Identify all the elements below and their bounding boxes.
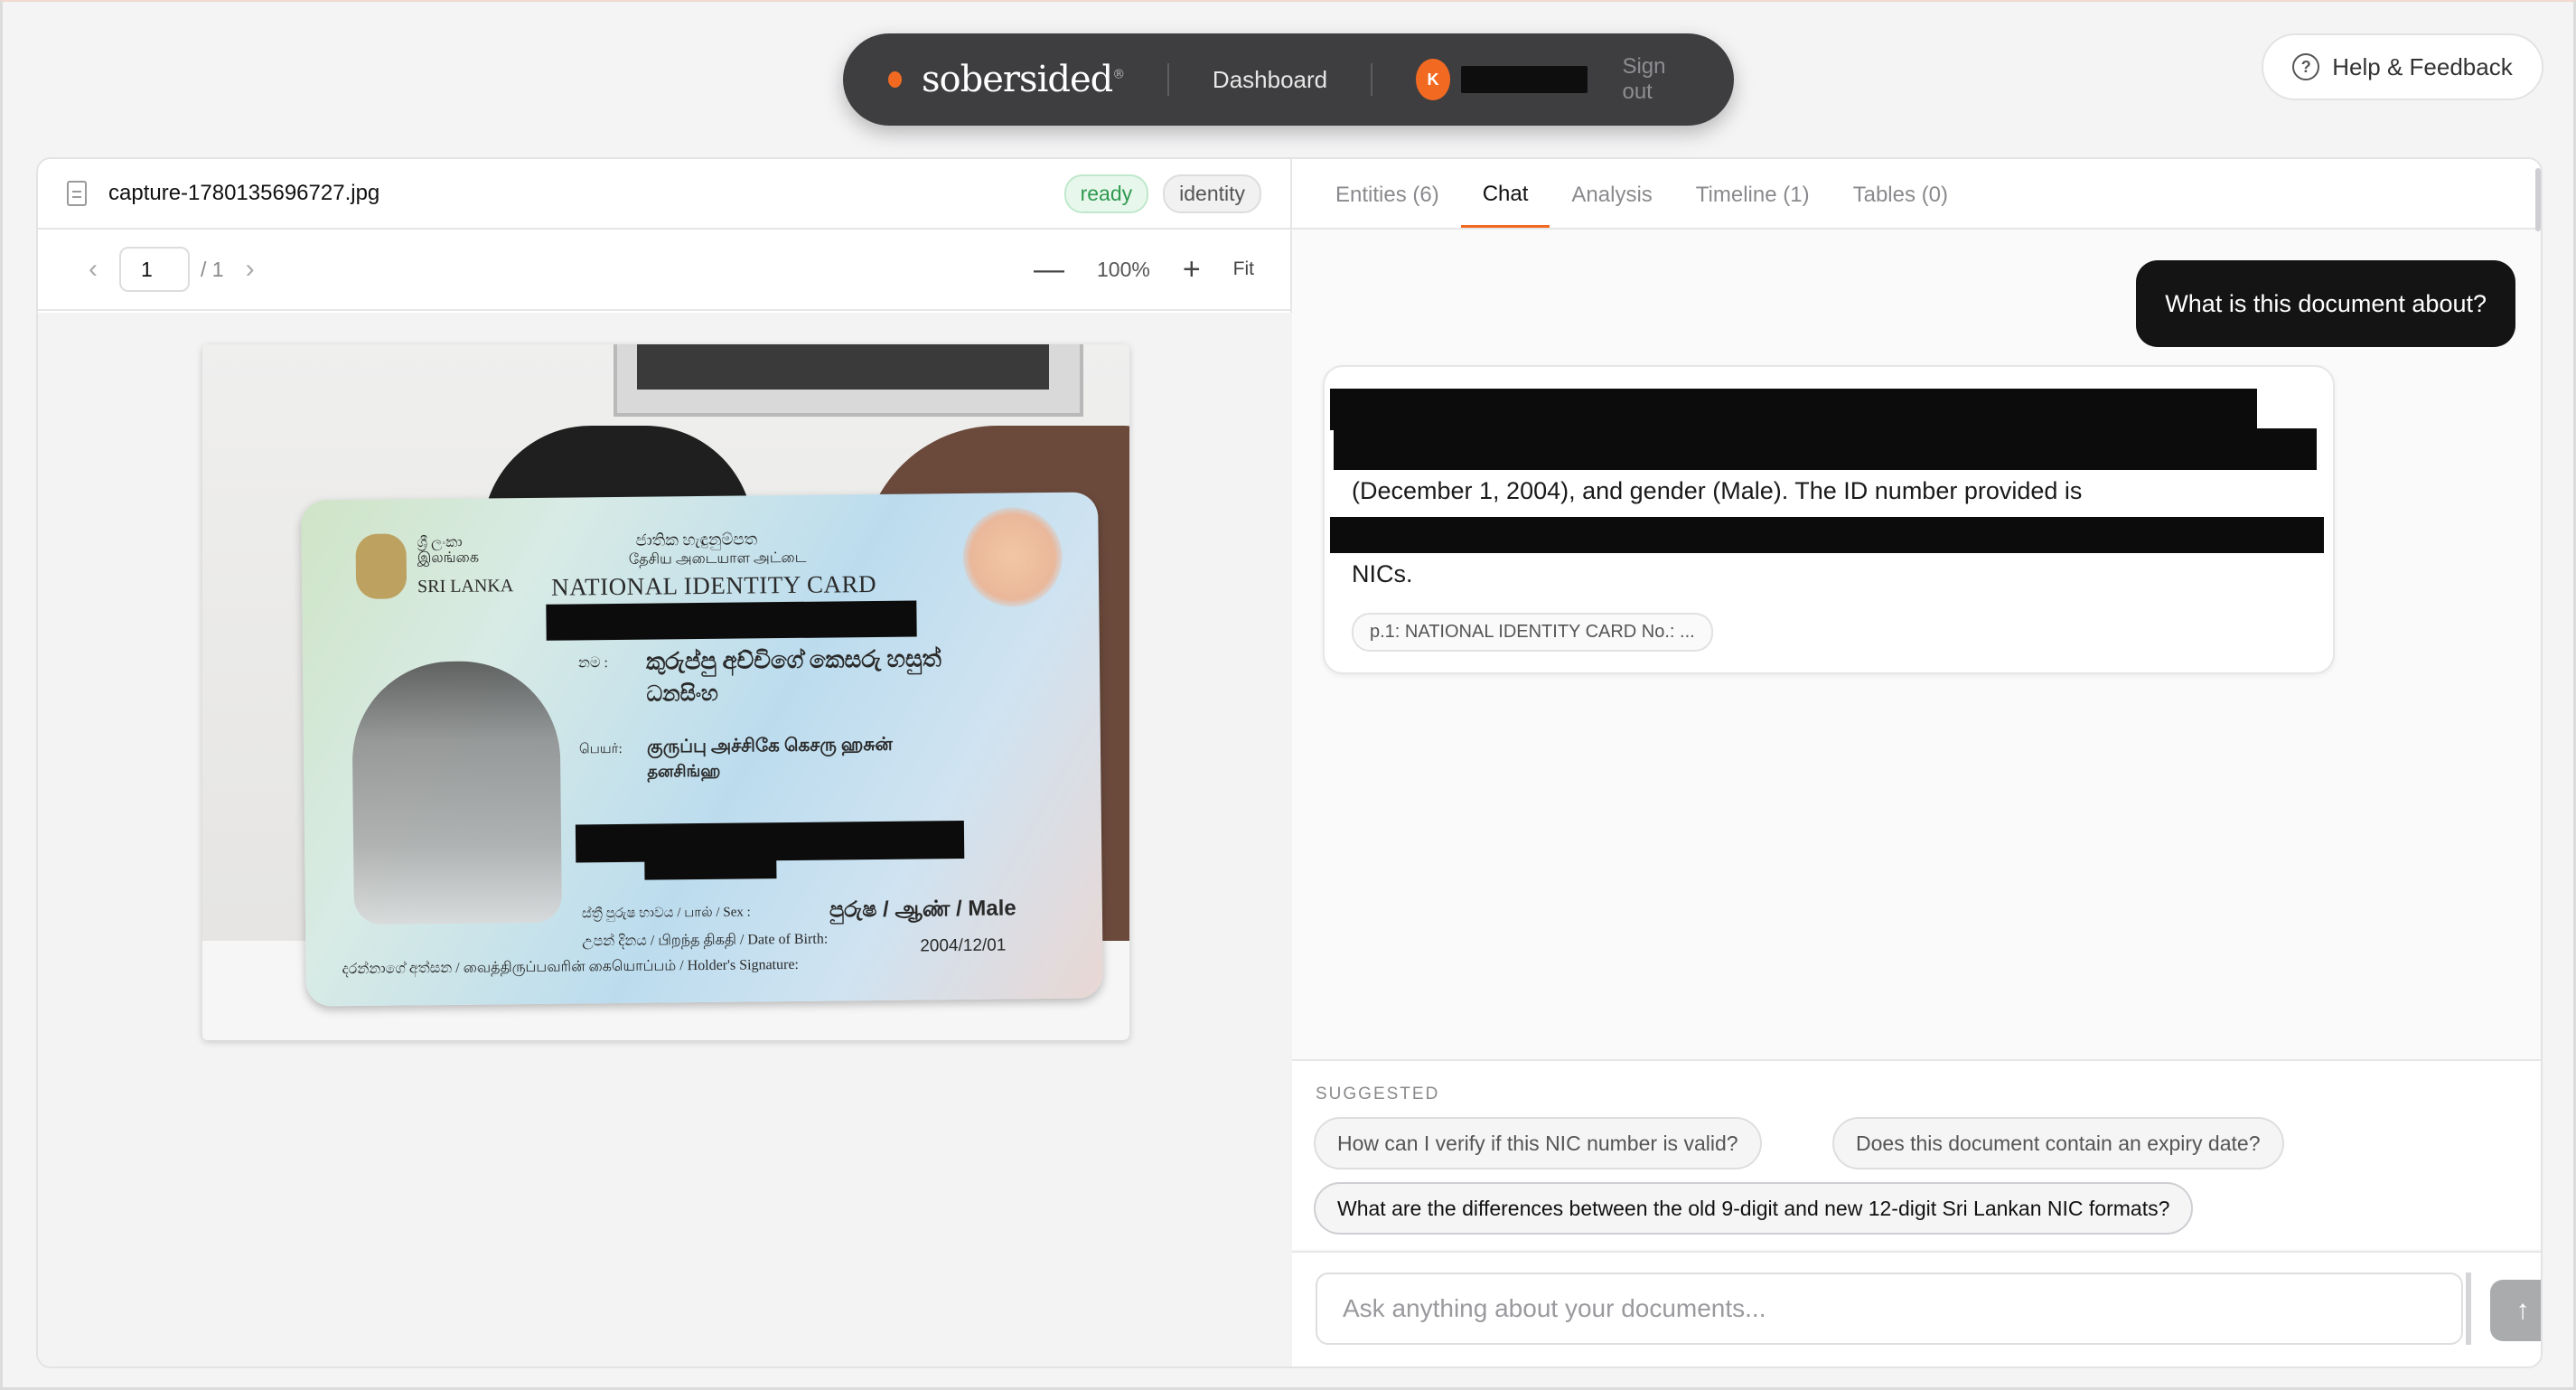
lotus-icon <box>962 506 1063 607</box>
card-title: NATIONAL IDENTITY CARD <box>550 569 877 601</box>
citation-chip[interactable]: p.1: NATIONAL IDENTITY CARD No.: ... <box>1352 613 1713 652</box>
next-page-button[interactable]: › <box>231 254 269 285</box>
page-total: / 1 <box>201 257 224 281</box>
redacted-answer-line-1 <box>1330 389 2257 430</box>
tab-timeline[interactable]: Timeline (1) <box>1696 183 1810 228</box>
suggestion-chip[interactable]: What are the differences between the old… <box>1314 1182 2194 1235</box>
input-scrollbar <box>2466 1273 2471 1345</box>
prev-page-button[interactable]: ‹ <box>74 254 112 285</box>
tab-analysis[interactable]: Analysis <box>1571 183 1652 228</box>
card-name-si: කුරුප්පු අච්චිගේ කෙසරු හසුත් <box>645 645 941 675</box>
card-sex-value: පුරුෂ / ஆண் / Male <box>829 896 1016 923</box>
status-badge: ready <box>1063 174 1149 213</box>
document-viewer: capture-1780135696727.jpg ready identity… <box>38 159 1292 1367</box>
zoom-in-icon[interactable]: + <box>1183 252 1201 287</box>
card-header-ta: தேசிய அடையாள அட்டை <box>628 549 807 568</box>
help-feedback-label: Help & Feedback <box>2332 52 2513 80</box>
redacted-address-2 <box>644 855 777 880</box>
suggested-questions: SUGGESTED How can I verify if this NIC n… <box>1292 1059 2541 1249</box>
zoom-level: 100% <box>1096 257 1150 281</box>
file-icon <box>67 181 87 206</box>
top-nav: sobersided® Dashboard K Sign out <box>843 33 1734 126</box>
suggestion-chip[interactable]: Does this document contain an expiry dat… <box>1832 1117 2284 1169</box>
tab-entities[interactable]: Entities (6) <box>1335 183 1439 228</box>
dashboard-link[interactable]: Dashboard <box>1213 66 1327 94</box>
nav-divider <box>1371 63 1372 96</box>
card-sex-label: ස්ත්‍රී පුරුෂ භාවය / பால் / Sex : <box>581 905 751 922</box>
chat-thread: What is this document about? (December 1… <box>1292 230 2541 1034</box>
tab-tables[interactable]: Tables (0) <box>1853 183 1948 228</box>
brand-dot-icon <box>888 71 903 88</box>
card-name-si-2: ධනසිංහ <box>646 681 719 707</box>
suggested-label: SUGGESTED <box>1316 1085 1440 1104</box>
viewer-toolbar: ‹ 1 / 1 › — 100% + Fit <box>38 230 1290 311</box>
type-badge: identity <box>1163 174 1261 213</box>
card-country-local: ශ්‍රී ලංකා இலங்கை <box>417 534 480 567</box>
id-card: ශ්‍රී ලංකා இலங்கை SRI LANKA ජාතික හැඳුනු… <box>301 492 1103 1007</box>
assistant-message: (December 1, 2004), and gender (Male). T… <box>1323 365 2335 674</box>
fit-button[interactable]: Fit <box>1233 258 1254 280</box>
card-signature-label: දරන්නාගේ අත්සන / வைத்திருப்பவரின் கையொப்… <box>342 956 800 978</box>
send-button[interactable]: ↑ <box>2490 1280 2541 1341</box>
zoom-out-icon[interactable]: — <box>1034 252 1064 287</box>
redacted-answer-line-2 <box>1334 428 2317 470</box>
document-image: ශ්‍රී ලංකා இலங்கை SRI LANKA ජාතික හැඳුනු… <box>202 344 1129 1040</box>
card-country: SRI LANKA <box>417 576 514 597</box>
avatar[interactable]: K <box>1415 59 1451 100</box>
file-name: capture-1780135696727.jpg <box>108 181 380 205</box>
redacted-username <box>1461 66 1588 93</box>
app-window: sobersided® Dashboard K Sign out ? Help … <box>0 0 2576 1390</box>
card-name-ta-2: தனசிங்ஹ <box>647 761 721 781</box>
card-name-ta: குருப்பு அச்சிகே கெசரு ஹசுன் <box>646 734 893 757</box>
nav-divider <box>1167 63 1169 96</box>
redacted-id-text <box>1330 517 2324 553</box>
assistant-text-line: NICs. <box>1352 560 1413 587</box>
holder-photo <box>351 660 562 925</box>
panel-scrollbar[interactable] <box>2535 168 2541 231</box>
redacted-id-number <box>546 600 917 641</box>
user-message: What is this document about? <box>2136 260 2515 347</box>
card-dob-label: උපන් දිනය / பிறந்த திகதி / Date of Birth… <box>582 931 829 950</box>
suggestion-chip[interactable]: How can I verify if this NIC number is v… <box>1314 1117 1762 1169</box>
page-number-input[interactable]: 1 <box>119 247 190 292</box>
tab-chat[interactable]: Chat <box>1460 182 1550 228</box>
brand-logo[interactable]: sobersided® <box>922 59 1125 100</box>
chat-input[interactable]: Ask anything about your documents... <box>1316 1273 2463 1345</box>
composer: Ask anything about your documents... ↑ <box>1292 1251 2541 1367</box>
card-dob-value: 2004/12/01 <box>920 935 1007 956</box>
zoom-controls: — 100% + Fit <box>1034 252 1254 287</box>
card-name-ta-label: பெயர்: <box>578 741 623 757</box>
assistant-text-line: (December 1, 2004), and gender (Male). T… <box>1352 477 2083 504</box>
arrow-up-icon: ↑ <box>2515 1295 2530 1325</box>
emblem-icon <box>355 533 407 599</box>
signout-button[interactable]: Sign out <box>1622 54 1689 105</box>
main-panel: capture-1780135696727.jpg ready identity… <box>36 157 2543 1368</box>
tab-bar: Entities (6) Chat Analysis Timeline (1) … <box>1292 159 2541 230</box>
background-frame <box>614 344 1083 417</box>
question-circle-icon: ? <box>2292 53 2320 80</box>
file-header: capture-1780135696727.jpg ready identity <box>38 159 1290 230</box>
card-name-label: නම : <box>577 655 609 672</box>
viewer-canvas: ශ්‍රී ලංකා இலங்கை SRI LANKA ජාතික හැඳුනු… <box>38 313 1292 1367</box>
help-feedback-button[interactable]: ? Help & Feedback <box>2262 33 2543 100</box>
chat-panel: Entities (6) Chat Analysis Timeline (1) … <box>1292 159 2541 1367</box>
card-header-si: ජාතික හැඳුනුම්පත <box>635 530 758 549</box>
